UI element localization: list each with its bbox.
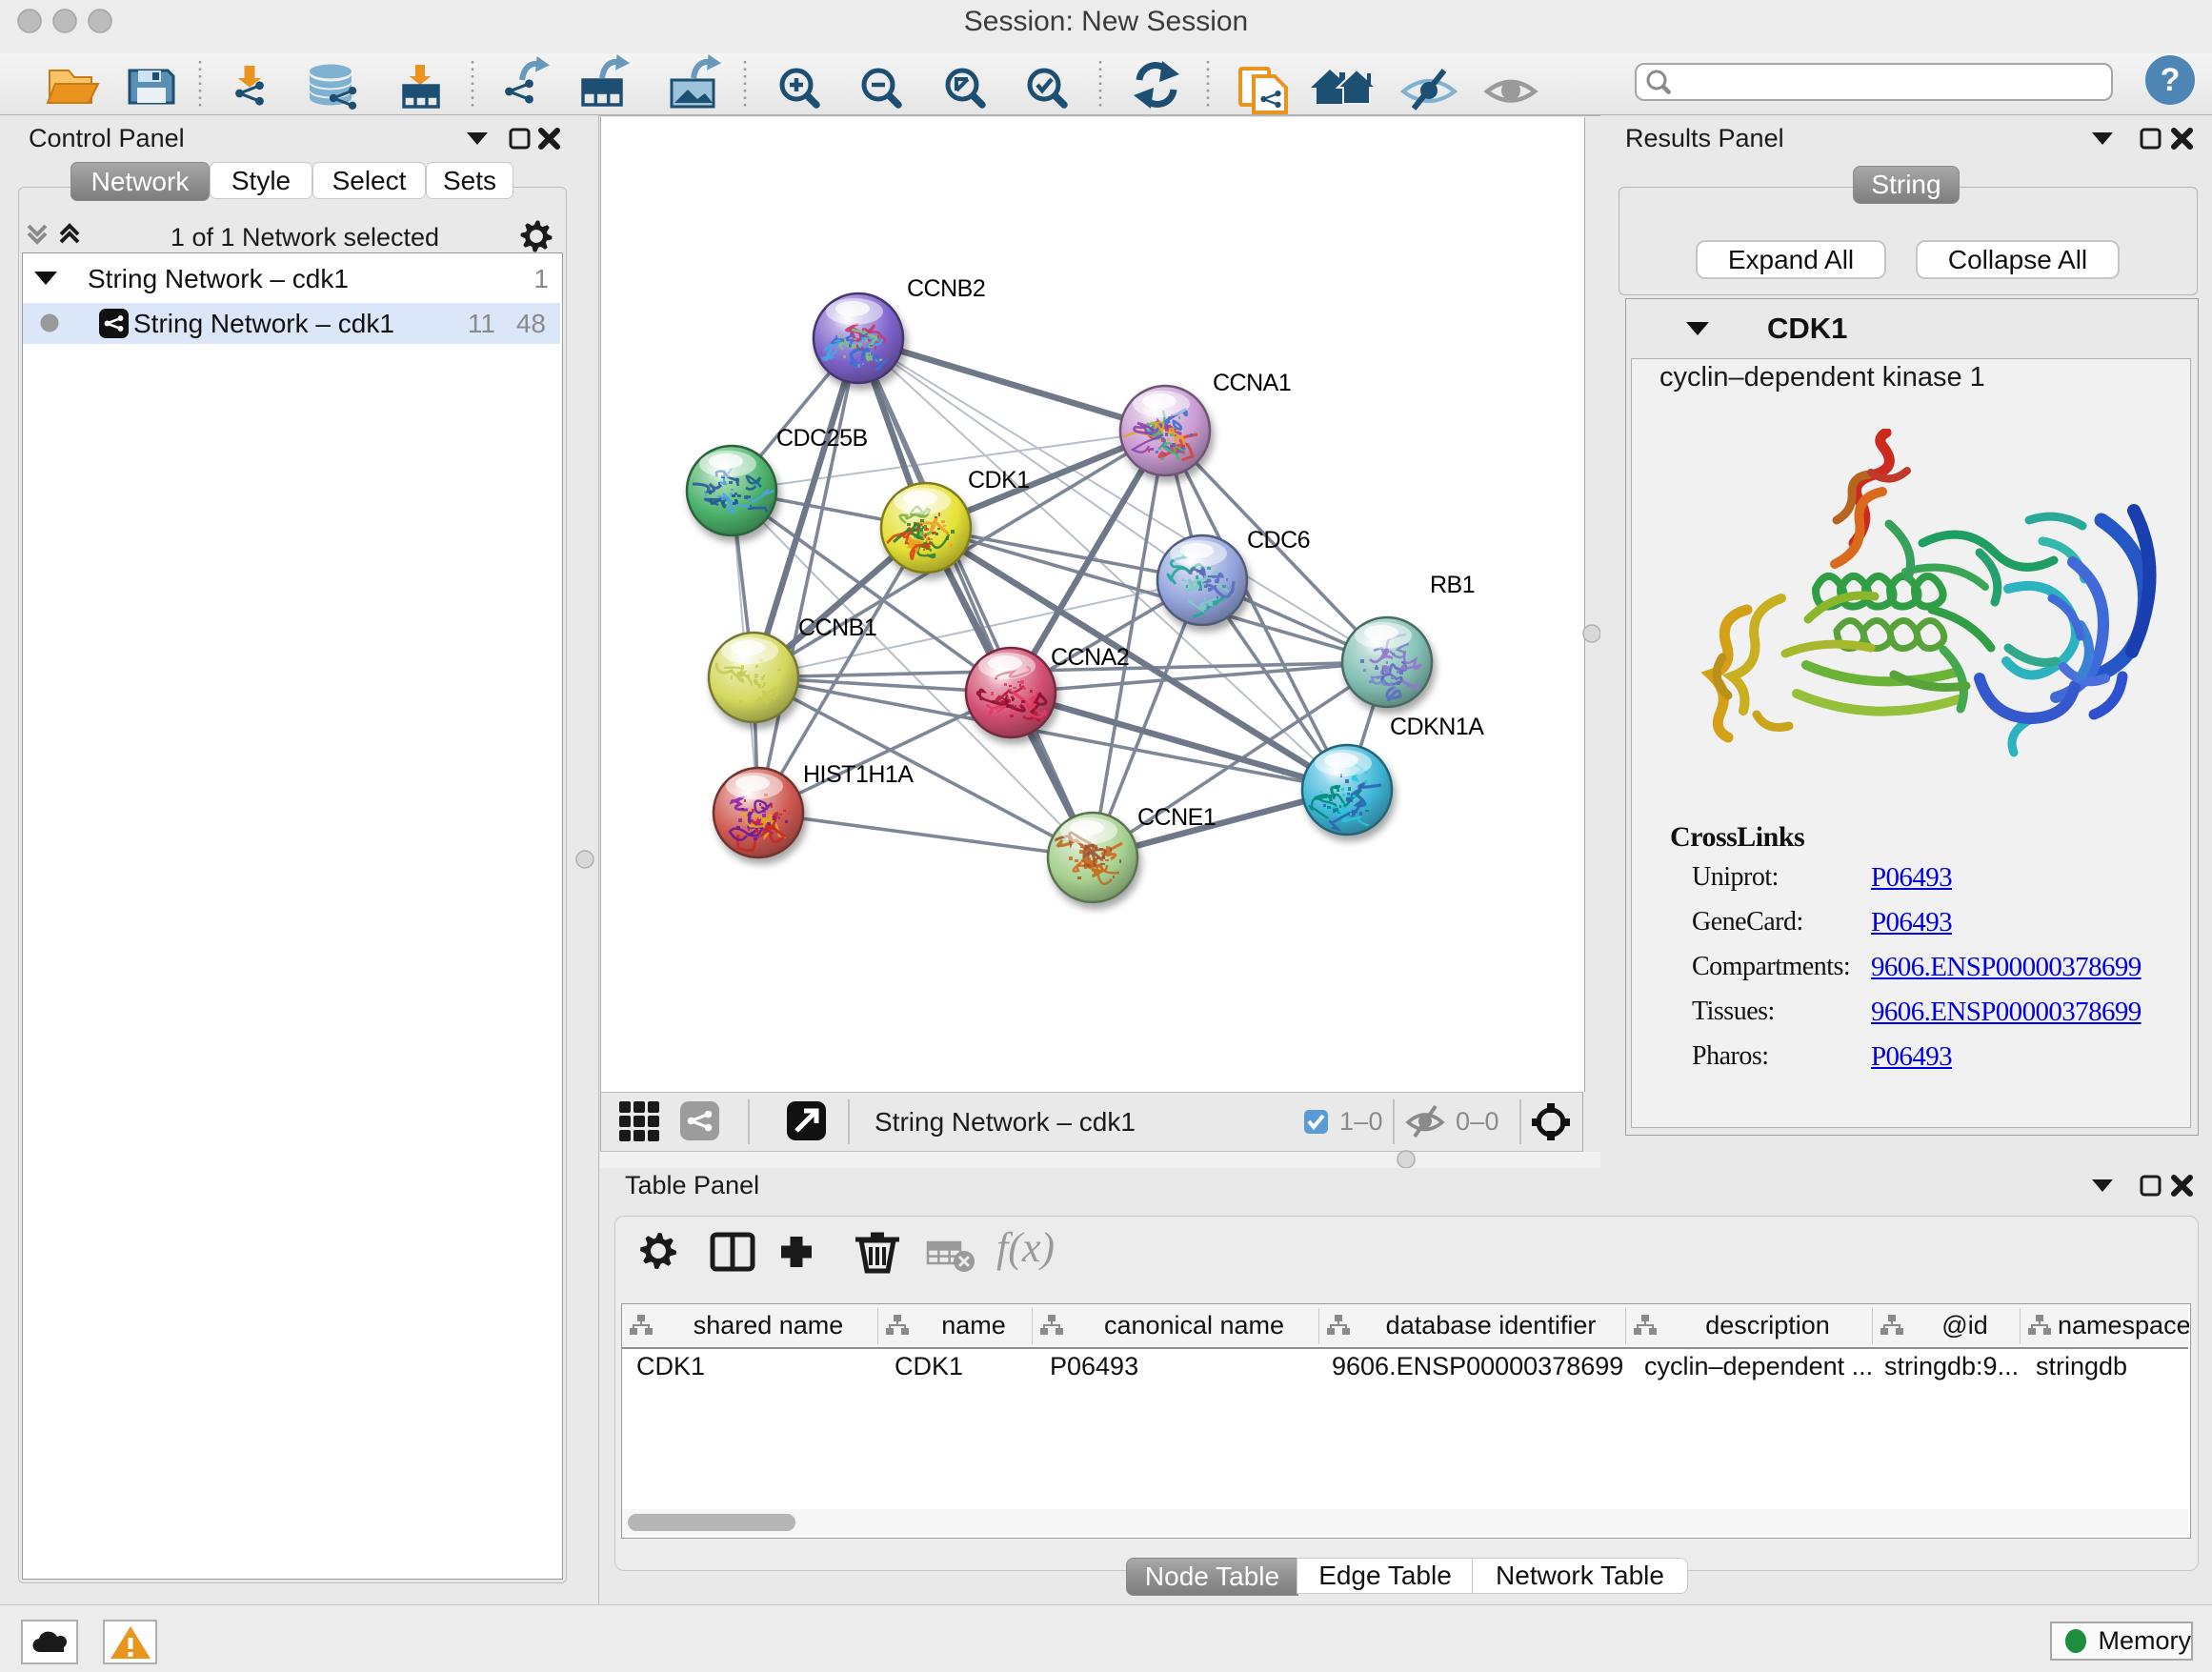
svg-text:CDC6: CDC6 <box>1247 527 1310 554</box>
svg-text:CCNE1: CCNE1 <box>1137 804 1216 831</box>
svg-text:CCNB1: CCNB1 <box>798 614 876 641</box>
svg-text:CDKN1A: CDKN1A <box>1390 714 1484 740</box>
svg-text:CCNA1: CCNA1 <box>1213 370 1291 396</box>
svg-text:CCNA2: CCNA2 <box>1051 644 1129 671</box>
svg-text:HIST1H1A: HIST1H1A <box>803 761 914 788</box>
svg-text:CDC25B: CDC25B <box>776 425 868 452</box>
svg-text:RB1: RB1 <box>1430 572 1475 598</box>
svg-text:CDK1: CDK1 <box>968 467 1030 494</box>
svg-text:CCNB2: CCNB2 <box>907 275 985 302</box>
